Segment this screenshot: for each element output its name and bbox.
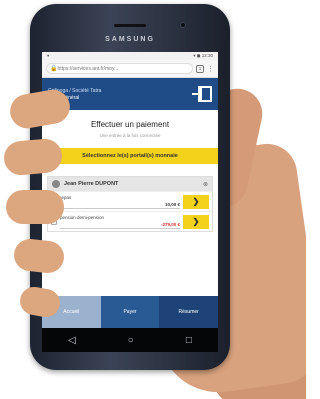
item-label: repas <box>60 194 72 200</box>
recent-apps-icon[interactable]: □ <box>186 335 192 346</box>
item-label: pension demi-pension <box>60 214 105 220</box>
payment-row: repas 10,00 € ❯ <box>48 191 212 211</box>
address-bar[interactable]: 🔒 https://services.ant.fr/moy... <box>46 63 193 74</box>
phone-screen: ▾ ▾ ◼ 12:30 🔒 https://services.ant.fr/mo… <box>42 52 218 328</box>
phone-brand: SAMSUNG <box>105 36 155 43</box>
home-icon[interactable]: ○ <box>128 335 134 346</box>
lock-icon: 🔒 <box>50 66 58 72</box>
url-text: https://services.ant.fr/moy... <box>57 65 119 72</box>
photo: SAMSUNG ▾ ▾ ◼ 12:30 🔒 https://services.a… <box>0 0 306 399</box>
status-right: ▾ ◼ 12:30 <box>193 53 213 58</box>
phone-camera <box>180 22 186 28</box>
pay-button[interactable]: Payer <box>100 296 160 328</box>
bottom-actions: Accueil Payer Résumer <box>42 296 218 328</box>
menu-icon[interactable]: ⋮ <box>207 65 214 73</box>
person-name: Jean Pierre DUPONT <box>64 181 119 187</box>
android-navbar: ◁ ○ □ <box>42 328 218 352</box>
status-bar: ▾ ▾ ◼ 12:30 <box>42 52 218 60</box>
item-amount: 10,00 € <box>164 201 180 207</box>
phone-speaker <box>114 24 146 27</box>
browser-bar: 🔒 https://services.ant.fr/moy... 1 ⋮ <box>42 60 218 78</box>
selection-banner: Sélectionnez le(s) portail(s) monnaie <box>42 148 218 164</box>
summary-button[interactable]: Résumer <box>159 296 218 328</box>
item-amount: -279,00 € <box>160 221 180 227</box>
person-card-header: Jean Pierre DUPONT ⊗ <box>48 177 212 191</box>
page-title: Effectuer un paiement <box>90 120 170 129</box>
user-icon <box>52 180 60 188</box>
person-card: Jean Pierre DUPONT ⊗ repas 10,00 € ❯ pen… <box>47 176 213 232</box>
pay-item-button[interactable]: ❯ <box>183 194 209 209</box>
close-icon[interactable]: ⊗ <box>203 181 208 188</box>
page-subtitle: Une entrée à la fois connectée <box>99 133 161 138</box>
payment-row: pension demi-pension -279,00 € ❯ <box>48 211 212 231</box>
smartphone: SAMSUNG ▾ ▾ ◼ 12:30 🔒 https://services.a… <box>30 4 230 370</box>
tabs-icon[interactable]: 1 <box>196 64 204 73</box>
back-icon[interactable]: ◁ <box>68 335 76 346</box>
logout-icon[interactable] <box>192 86 212 102</box>
finger <box>6 190 64 224</box>
pay-item-button[interactable]: ❯ <box>183 214 209 229</box>
status-left: ▾ <box>47 53 50 58</box>
